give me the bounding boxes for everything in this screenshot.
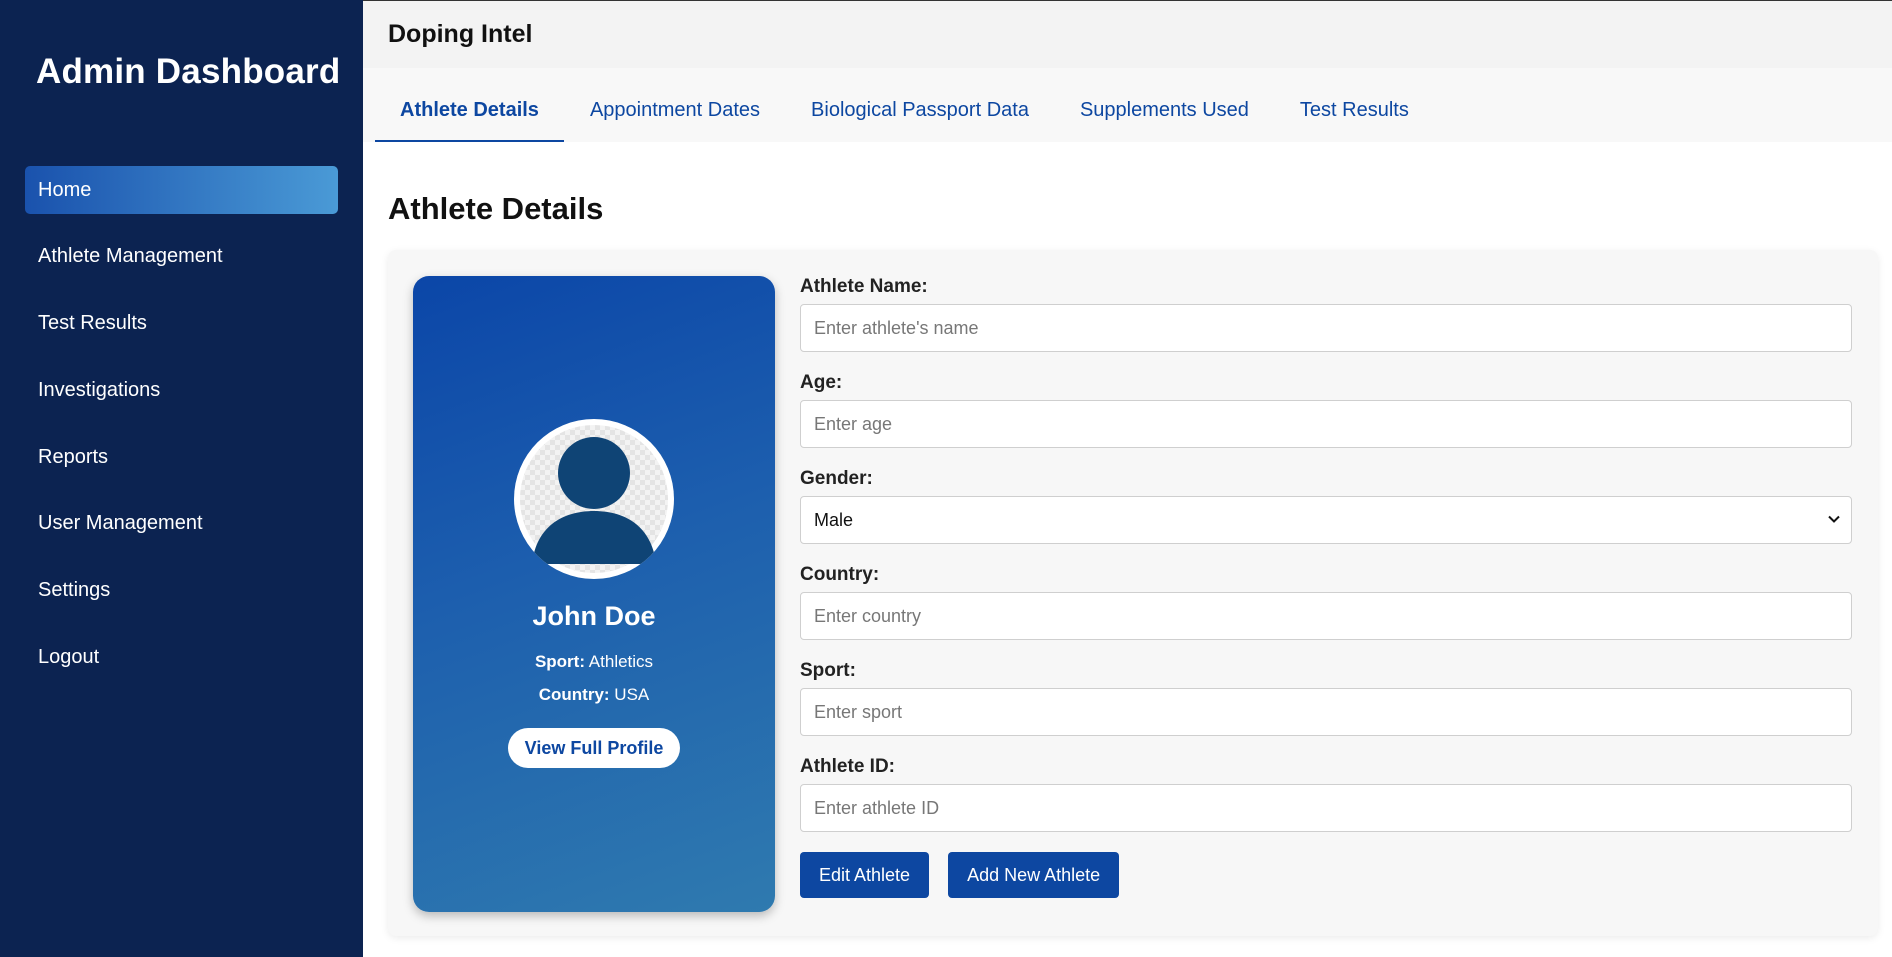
sidebar-item-settings[interactable]: Settings xyxy=(25,567,338,615)
sidebar-item-athlete-management[interactable]: Athlete Management xyxy=(25,233,338,281)
country-label-form: Country: xyxy=(800,564,880,585)
edit-athlete-button[interactable]: Edit Athlete xyxy=(800,852,930,898)
tab-appointment-dates[interactable]: Appointment Dates xyxy=(565,80,785,142)
athlete-name: John Doe xyxy=(532,601,656,631)
age-label: Age: xyxy=(800,372,843,393)
main-content: Doping Intel Athlete Details Appointment… xyxy=(363,0,1892,957)
age-input[interactable] xyxy=(800,400,1852,448)
add-new-athlete-button[interactable]: Add New Athlete xyxy=(948,852,1120,898)
sidebar-item-logout[interactable]: Logout xyxy=(25,634,338,682)
sport-input[interactable] xyxy=(800,688,1852,736)
form-actions: Edit Athlete Add New Athlete xyxy=(800,852,1852,898)
athlete-profile-card: John Doe Sport: Athletics Country: USA V… xyxy=(413,276,775,912)
athlete-form: Athlete Name: Age: Gender: Male xyxy=(800,276,1852,898)
page-title: Athlete Details xyxy=(388,191,604,226)
country-field-group: Country: xyxy=(800,564,1852,640)
sport-field-group: Sport: xyxy=(800,660,1852,736)
app-root: Admin Dashboard Home Athlete Management … xyxy=(0,0,1892,957)
sport-value: Athletics xyxy=(588,652,654,671)
athlete-id-field-group: Athlete ID: xyxy=(800,756,1852,832)
sidebar: Admin Dashboard Home Athlete Management … xyxy=(0,0,363,957)
athlete-sport: Sport: Athletics xyxy=(413,652,775,672)
tab-athlete-details[interactable]: Athlete Details xyxy=(375,80,564,142)
athlete-id-label: Athlete ID: xyxy=(800,756,895,777)
country-input[interactable] xyxy=(800,592,1852,640)
view-full-profile-button[interactable]: View Full Profile xyxy=(508,728,680,768)
athlete-name-input[interactable] xyxy=(800,304,1852,352)
sidebar-title: Admin Dashboard xyxy=(36,52,341,91)
sidebar-item-investigations[interactable]: Investigations xyxy=(25,366,338,414)
tab-test-results[interactable]: Test Results xyxy=(1275,80,1434,142)
sport-label-form: Sport: xyxy=(800,660,856,681)
sidebar-item-test-results[interactable]: Test Results xyxy=(25,300,338,348)
gender-select[interactable]: Male xyxy=(800,496,1852,544)
athlete-name-field-group: Athlete Name: xyxy=(800,276,1852,352)
user-avatar-icon xyxy=(532,437,656,564)
age-field-group: Age: xyxy=(800,372,1852,448)
tab-biological-passport-data[interactable]: Biological Passport Data xyxy=(786,80,1054,142)
sidebar-item-reports[interactable]: Reports xyxy=(25,433,338,481)
sidebar-nav: Home Athlete Management Test Results Inv… xyxy=(25,166,338,700)
tab-bar: Athlete Details Appointment Dates Biolog… xyxy=(363,68,1892,142)
header-title: Doping Intel xyxy=(388,20,533,48)
sidebar-item-home[interactable]: Home xyxy=(25,166,338,214)
sport-label: Sport: xyxy=(534,652,585,671)
country-label: Country: xyxy=(538,685,610,704)
gender-select-wrapper: Male xyxy=(800,496,1852,544)
avatar xyxy=(514,419,674,579)
tab-supplements-used[interactable]: Supplements Used xyxy=(1055,80,1274,142)
sidebar-item-user-management[interactable]: User Management xyxy=(25,500,338,548)
header-bar: Doping Intel xyxy=(363,0,1892,68)
gender-label: Gender: xyxy=(800,468,873,489)
country-value: USA xyxy=(614,685,650,704)
gender-field-group: Gender: Male xyxy=(800,468,1852,544)
athlete-country: Country: USA xyxy=(413,685,775,705)
athlete-details-panel: John Doe Sport: Athletics Country: USA V… xyxy=(388,250,1878,936)
athlete-id-input[interactable] xyxy=(800,784,1852,832)
athlete-name-label: Athlete Name: xyxy=(800,276,928,297)
